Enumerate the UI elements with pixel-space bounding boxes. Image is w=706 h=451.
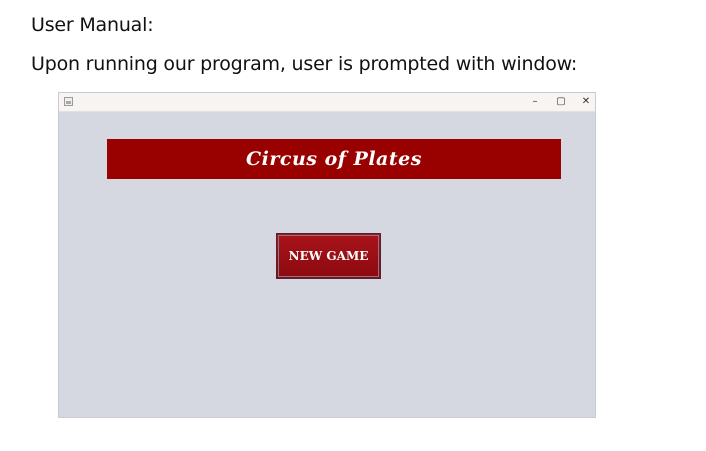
maximize-button[interactable]: ▢ xyxy=(548,93,574,111)
window-titlebar[interactable]: – ▢ ✕ xyxy=(59,93,595,112)
manual-paragraph: Upon running our program, user is prompt… xyxy=(31,53,578,75)
app-icon xyxy=(64,97,73,106)
maximize-icon: ▢ xyxy=(556,96,566,107)
minimize-button[interactable]: – xyxy=(522,93,548,111)
close-button[interactable]: ✕ xyxy=(573,93,599,111)
title-banner: Circus of Plates xyxy=(107,139,561,179)
minimize-icon: – xyxy=(532,96,538,107)
game-window: – ▢ ✕ Circus of Plates NEW GAME xyxy=(58,92,596,418)
manual-heading: User Manual: xyxy=(31,14,154,36)
game-title: Circus of Plates xyxy=(246,148,422,170)
new-game-button[interactable]: NEW GAME xyxy=(276,233,381,279)
close-icon: ✕ xyxy=(581,96,591,107)
